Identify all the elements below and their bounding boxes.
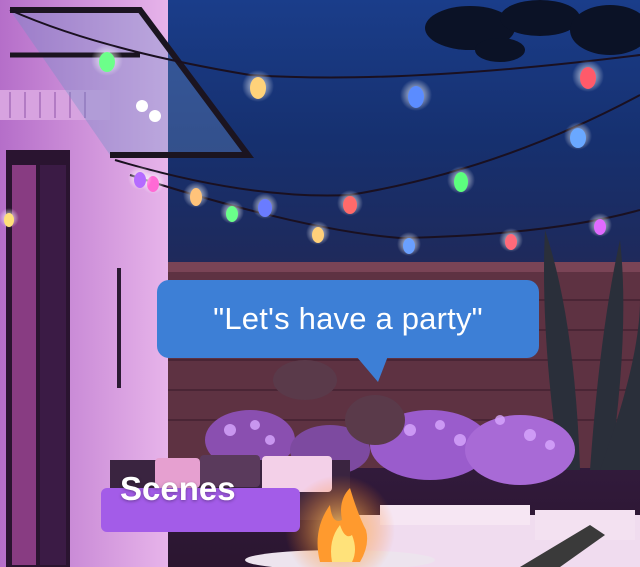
speech-bubble-tail: [356, 356, 388, 382]
scenes-label: Scenes: [120, 470, 236, 507]
backyard-photo: "Let's have a party" Scenes: [0, 0, 640, 567]
speech-bubble: "Let's have a party": [157, 280, 539, 358]
speech-bubble-text: "Let's have a party": [213, 301, 483, 336]
tree-silhouette: [425, 0, 640, 62]
